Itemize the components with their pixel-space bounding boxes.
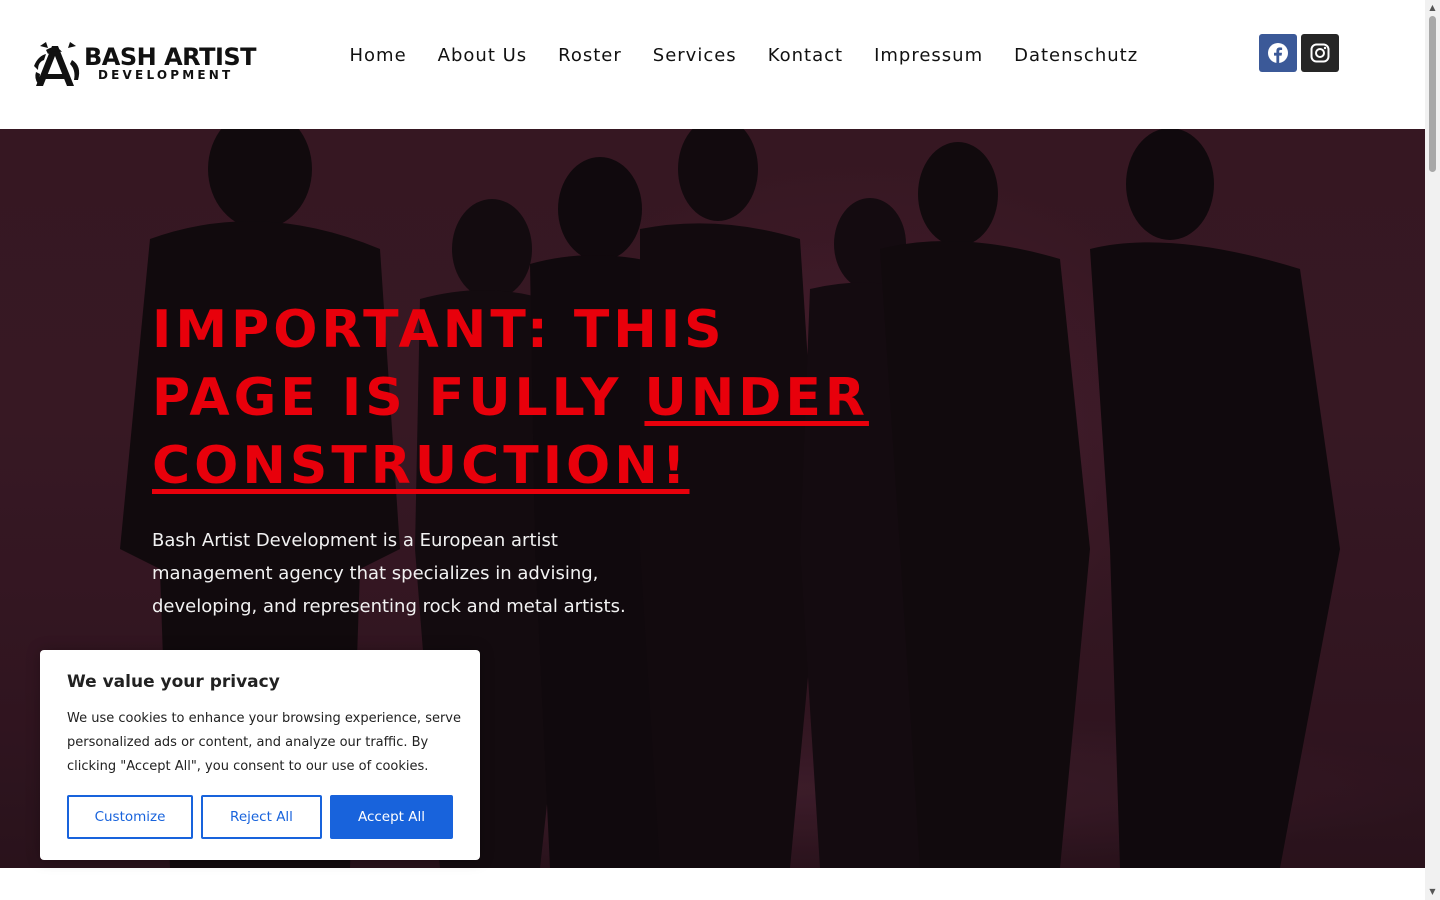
nav-roster[interactable]: Roster bbox=[543, 40, 638, 72]
scroll-down-arrow-icon[interactable]: ▼ bbox=[1425, 887, 1440, 897]
site-logo[interactable]: BASH ARTIST DEVELOPMENT bbox=[32, 40, 257, 90]
nav-about-us[interactable]: About Us bbox=[422, 40, 543, 72]
logo-mark-icon bbox=[34, 42, 80, 86]
nav-impressum[interactable]: Impressum bbox=[859, 40, 999, 72]
logo-subtitle: DEVELOPMENT bbox=[98, 68, 234, 82]
nav-home[interactable]: Home bbox=[334, 40, 422, 72]
hero-description: Bash Artist Development is a European ar… bbox=[152, 530, 626, 617]
scroll-thumb[interactable] bbox=[1429, 16, 1436, 172]
cookie-description: We use cookies to enhance your browsing … bbox=[67, 711, 461, 774]
facebook-button[interactable] bbox=[1259, 34, 1297, 72]
nav-services[interactable]: Services bbox=[637, 40, 752, 72]
social-links bbox=[1259, 34, 1339, 72]
page-scrollbar[interactable]: ▲ ▼ bbox=[1425, 0, 1440, 900]
hero-title: IMPORTANT: THIS PAGE IS FULLY UNDER CONS… bbox=[152, 296, 912, 500]
cookie-accept-all-button[interactable]: Accept All bbox=[330, 795, 453, 839]
logo-title: BASH ARTIST bbox=[84, 43, 257, 71]
instagram-button[interactable] bbox=[1301, 34, 1339, 72]
instagram-icon bbox=[1310, 43, 1330, 63]
main-nav: Home About Us Roster Services Kontact Im… bbox=[334, 40, 1154, 72]
cookie-consent-banner: We value your privacy We use cookies to … bbox=[40, 650, 480, 860]
facebook-icon bbox=[1268, 43, 1288, 63]
site-header: BASH ARTIST DEVELOPMENT Home About Us Ro… bbox=[0, 0, 1425, 129]
cookie-title: We value your privacy bbox=[67, 672, 280, 692]
page-bottom-strip bbox=[0, 868, 1425, 900]
nav-kontact[interactable]: Kontact bbox=[752, 40, 858, 72]
nav-datenschutz[interactable]: Datenschutz bbox=[999, 40, 1154, 72]
cookie-customize-button[interactable]: Customize bbox=[67, 795, 193, 839]
scroll-up-arrow-icon[interactable]: ▲ bbox=[1425, 3, 1440, 13]
cookie-reject-all-button[interactable]: Reject All bbox=[201, 795, 322, 839]
hero-title-text: IMPORTANT: THIS PAGE IS FULLY bbox=[152, 300, 726, 428]
